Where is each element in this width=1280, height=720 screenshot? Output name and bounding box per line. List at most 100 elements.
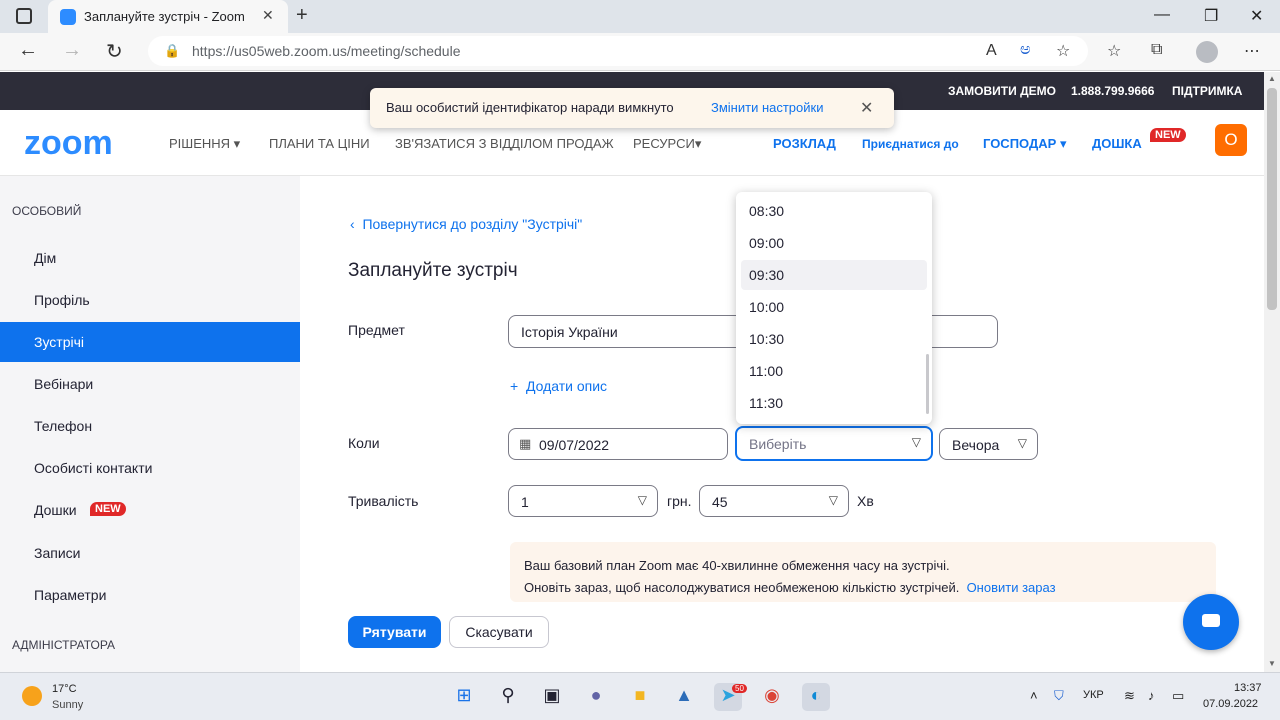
sidebar-item-label: Особисті контакти [34,460,153,476]
address-bar[interactable]: 🔒 https://us05web.zoom.us/meeting/schedu… [148,36,1088,66]
lock-icon[interactable]: 🔒 [164,43,180,59]
sidebar-item-phone[interactable]: Телефон [0,406,300,446]
chrome-button[interactable]: ◉ [758,683,786,711]
folder-icon: ■ [634,685,646,705]
security-shield-icon[interactable]: ⛉ [1054,688,1064,704]
add-favorite-icon[interactable]: ☆ [1056,41,1070,61]
add-description-link[interactable]: + Додати опис [510,378,607,394]
task-view-button[interactable]: ▣ [538,683,566,711]
nav-host[interactable]: ГОСПОДАР ▾ [983,136,1066,152]
time-option-label: 10:00 [749,299,785,315]
sun-icon[interactable] [22,686,42,706]
nav-schedule[interactable]: РОЗКЛАД [773,136,836,151]
sidebar-item-home[interactable]: Дім [0,238,300,278]
time-option-hovered[interactable]: 09:30 [741,260,927,290]
input-language[interactable]: УКР [1083,689,1104,701]
phone-link[interactable]: 1.888.799.9666 [1071,84,1154,98]
support-link[interactable]: ПІДТРИМКА [1172,84,1242,98]
chrome-icon: ◉ [764,685,780,705]
page-scrollbar[interactable]: ▲ ▼ [1264,72,1280,672]
time-select[interactable]: Виберіть ▽ [735,426,933,461]
translate-icon[interactable]: ಅ [1020,41,1031,59]
tab-actions-icon[interactable] [16,8,32,24]
forward-arrow-icon[interactable]: → [62,39,82,62]
collections-icon[interactable]: ⧉ [1151,41,1162,59]
sidebar-item-label: Зустрічі [34,334,85,350]
nav-solutions[interactable]: РІШЕННЯ ▾ [169,136,240,152]
nav-plans[interactable]: ПЛАНИ ТА ЦІНИ [269,136,370,151]
scroll-down-icon[interactable]: ▼ [1268,659,1276,668]
minimize-icon[interactable]: — [1154,6,1170,24]
request-demo-link[interactable]: ЗАМОВИТИ ДЕМО [948,84,1056,98]
back-arrow-icon[interactable]: ← [18,39,38,62]
time-option[interactable]: 10:00 [741,292,927,322]
notice-close-icon[interactable]: ✕ [860,98,873,118]
sidebar-item-contacts[interactable]: Особисті контакти [0,448,300,488]
battery-icon[interactable]: ▭ [1172,688,1184,704]
profile-avatar-icon[interactable] [1196,41,1218,63]
save-button[interactable]: Рятувати [348,616,441,648]
tab-close-icon[interactable]: ✕ [262,7,274,24]
back-to-meetings-link[interactable]: ‹ Повернутися до розділу "Зустрічі" [350,216,582,232]
clock-date[interactable]: 07.09.2022 [1203,698,1258,710]
edge-button[interactable]: ◐ [802,683,830,711]
topic-value: Історія України [521,324,618,340]
start-button[interactable]: ⊞ [450,683,478,711]
upgrade-now-link[interactable]: Оновити зараз [967,580,1056,595]
chat-button[interactable] [1183,594,1239,650]
nav-join[interactable]: Приєднатися до [862,137,959,151]
duration-minutes-select[interactable]: 45 ▽ [699,485,849,517]
time-option[interactable]: 11:30 [741,388,927,418]
nav-contact-sales[interactable]: ЗВ'ЯЗАТИСЯ З ВІДДІЛОМ ПРОДАЖ [395,136,614,151]
duration-hours-select[interactable]: 1 ▽ [508,485,658,517]
favorites-icon[interactable]: ☆ [1107,41,1121,61]
topic-label: Предмет [348,322,405,338]
more-menu-icon[interactable]: ⋯ [1244,41,1260,61]
sidebar-item-whiteboards[interactable]: Дошки NEW [0,490,300,530]
pmi-notice-toast: Ваш особистий ідентифікатор наради вимкн… [370,88,894,128]
search-button[interactable]: ⚲ [494,683,522,711]
file-explorer-button[interactable]: ■ [626,683,654,711]
date-picker[interactable]: ▦ 09/07/2022 [508,428,728,460]
sidebar-item-profile[interactable]: Профіль [0,280,300,320]
sidebar-item-webinars[interactable]: Вебінари [0,364,300,404]
read-aloud-icon[interactable]: A [986,42,997,60]
nav-resources[interactable]: РЕСУРСИ▾ [633,136,701,152]
photos-button[interactable]: ▲ [670,683,698,711]
ampm-select[interactable]: Вечора ▽ [939,428,1038,460]
nav-whiteboard[interactable]: ДОШКА [1092,136,1142,151]
wifi-icon[interactable]: ≋ [1124,688,1135,704]
weather-temp[interactable]: 17°C [52,683,77,695]
clock-time[interactable]: 13:37 [1234,682,1262,694]
time-option[interactable]: 10:30 [741,324,927,354]
address-url[interactable]: https://us05web.zoom.us/meeting/schedule [192,43,461,59]
photos-icon: ▲ [675,685,693,705]
restore-icon[interactable]: ❐ [1204,6,1218,26]
new-tab-button[interactable]: + [296,4,308,27]
cancel-button[interactable]: Скасувати [449,616,549,648]
volume-icon[interactable]: ♪ [1148,688,1155,703]
sidebar-item-meetings[interactable]: Зустрічі [0,322,300,362]
teams-chat-button[interactable]: ● [582,683,610,711]
when-label: Коли [348,435,380,451]
weather-desc[interactable]: Sunny [52,699,83,711]
zoom-logo[interactable]: zoom [24,124,113,163]
scroll-up-icon[interactable]: ▲ [1268,74,1276,83]
sidebar-item-recordings[interactable]: Записи [0,533,300,573]
chevron-down-icon: ▽ [637,493,647,507]
window-close-icon[interactable]: ✕ [1250,6,1263,26]
time-option[interactable]: 08:30 [741,196,927,226]
chevron-up-icon[interactable]: ˄ [1030,688,1038,703]
sidebar-item-settings[interactable]: Параметри [0,575,300,615]
dropdown-scrollbar[interactable] [926,354,929,414]
hours-unit: грн. [667,493,692,509]
browser-tab[interactable]: Заплануйте зустріч - Zoom ✕ [48,0,288,33]
time-option-label: 09:00 [749,235,785,251]
refresh-icon[interactable]: ↻ [106,39,123,64]
time-option[interactable]: 09:00 [741,228,927,258]
scroll-thumb[interactable] [1267,88,1277,310]
user-avatar[interactable]: О [1215,124,1247,156]
time-option[interactable]: 11:00 [741,356,927,386]
change-settings-link[interactable]: Змінити настройки [711,100,823,115]
chat-bubble-icon [1202,614,1220,627]
